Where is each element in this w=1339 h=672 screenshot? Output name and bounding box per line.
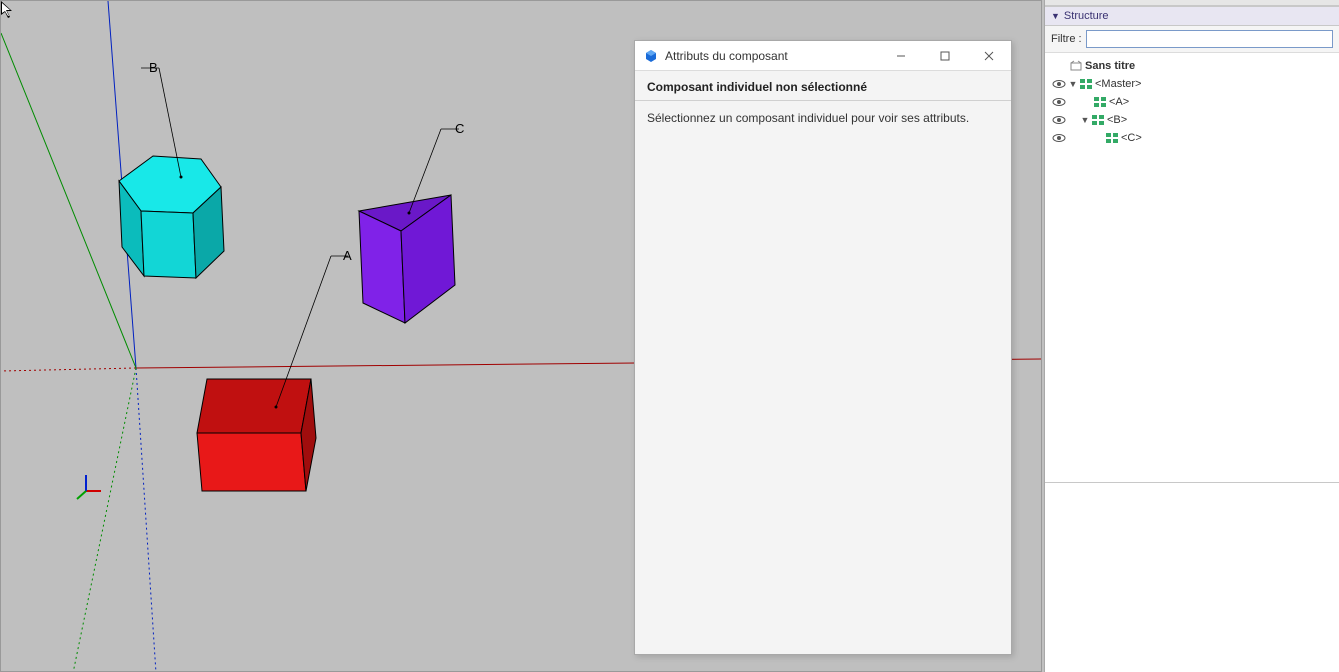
expand-icon[interactable]: ▼ [1067,79,1079,89]
minimize-button[interactable] [879,41,923,71]
component-icon [1079,78,1093,90]
filter-row: Filtre : [1045,26,1339,53]
component-icon [1105,132,1119,144]
panel-section-header[interactable]: ▼ Structure [1045,6,1339,26]
component-attributes-dialog[interactable]: Attributs du composant Composant individ… [634,40,1012,655]
visibility-icon[interactable] [1051,115,1067,125]
label-c: C [455,121,464,136]
visibility-icon[interactable] [1051,97,1067,107]
shape-cube-a [197,379,316,491]
filter-input[interactable] [1086,30,1333,48]
tree-item-master[interactable]: ▼ <Master> [1047,75,1337,93]
label-b: B [149,60,158,75]
tree-label-c: <C> [1121,132,1142,144]
filter-label: Filtre : [1051,33,1082,45]
tree-item-a[interactable]: <A> [1047,93,1337,111]
bottom-pane [1045,482,1339,672]
visibility-icon[interactable] [1051,133,1067,143]
visibility-icon[interactable] [1051,79,1067,89]
label-a: A [343,248,352,263]
expand-icon[interactable]: ▼ [1079,115,1091,125]
component-icon [1091,114,1105,126]
tree-root[interactable]: Sans titre [1047,57,1337,75]
maximize-button[interactable] [923,41,967,71]
model-icon [1069,60,1083,72]
dialog-header: Composant individuel non sélectionné [635,71,1011,101]
dialog-title: Attributs du composant [665,49,788,63]
outliner-tree[interactable]: Sans titre ▼ <Master> <A> [1045,53,1339,482]
dialog-titlebar[interactable]: Attributs du composant [635,41,1011,71]
shape-hexprism-b [119,156,224,278]
outliner-panel: ▼ Structure Filtre : Sans titre ▼ <Maste… [1044,0,1339,672]
tree-label-master: <Master> [1095,78,1141,90]
close-button[interactable] [967,41,1011,71]
component-icon [1093,96,1107,108]
tree-label-a: <A> [1109,96,1129,108]
collapse-icon: ▼ [1051,11,1060,21]
dialog-body: Sélectionnez un composant individuel pou… [635,101,1011,654]
tree-label-b: <B> [1107,114,1127,126]
tree-item-b[interactable]: ▼ <B> [1047,111,1337,129]
sketchup-icon [643,48,659,64]
tree-root-label: Sans titre [1085,60,1135,72]
tree-item-c[interactable]: <C> [1047,129,1337,147]
section-title: Structure [1064,10,1109,22]
